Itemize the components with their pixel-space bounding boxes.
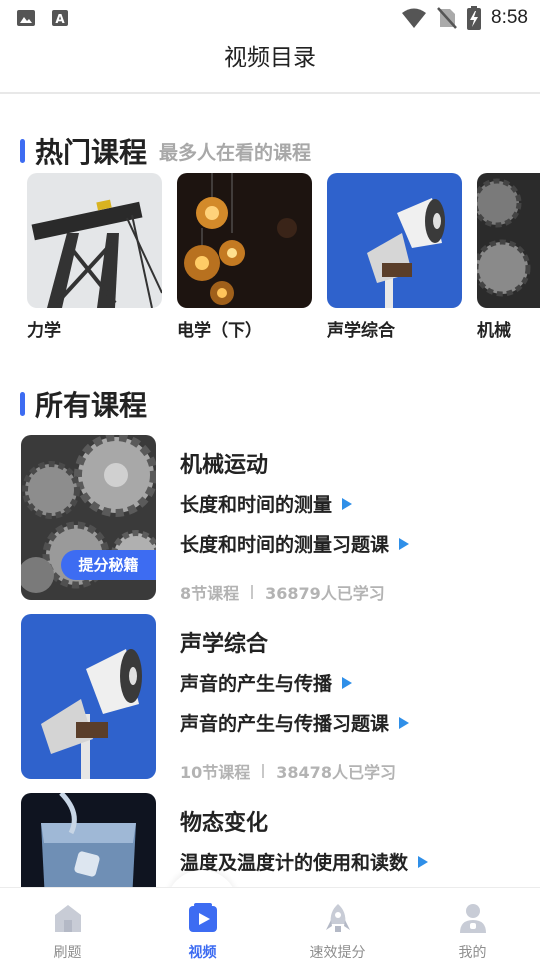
play-triangle-icon xyxy=(399,716,410,729)
play-triangle-icon xyxy=(399,537,410,550)
all-courses-title: 所有课程 xyxy=(35,389,148,422)
lesson-label: 温度及温度计的使用和读数 xyxy=(180,852,409,874)
hot-course-thumbnail xyxy=(27,173,162,308)
hot-course-thumbnail xyxy=(177,173,312,308)
play-triangle-icon xyxy=(342,497,353,510)
home-icon xyxy=(54,905,81,932)
image-notification-icon xyxy=(17,10,35,26)
lesson-link[interactable]: 长度和时间的测量习题课 xyxy=(180,530,410,557)
course-item-mechanical-motion[interactable]: 提分秘籍 机械运动 长度和时间的测量 长度和时间的测量习题课 8节课程 3687… xyxy=(21,435,540,603)
meta-divider xyxy=(251,585,254,599)
meta-divider xyxy=(262,764,265,778)
play-triangle-icon xyxy=(342,676,353,689)
hot-courses-carousel[interactable]: 力学 电学（下） 声学综合 机械 xyxy=(27,173,540,343)
tab-label: 我的 xyxy=(458,945,487,961)
title-bar: 视频目录 xyxy=(0,36,540,94)
rocket-icon xyxy=(325,904,350,932)
hot-course-label: 机械 xyxy=(477,321,511,341)
bottom-tab-bar: 刷题 视频 速效提分 我的 xyxy=(0,887,540,961)
hot-courses-header: 热门课程 最多人在看的课程 xyxy=(20,131,311,171)
tab-practice[interactable]: 刷题 xyxy=(0,888,135,961)
lesson-label: 长度和时间的测量习题课 xyxy=(180,534,390,556)
hot-course-card-machinery[interactable]: 机械 xyxy=(477,173,540,341)
person-icon xyxy=(459,904,486,933)
play-triangle-icon xyxy=(418,855,429,868)
course-meta: 10节课程 38478人已学习 xyxy=(180,759,396,783)
lesson-label: 声音的产生与传播 xyxy=(180,673,333,695)
boost-badge: 提分秘籍 xyxy=(61,550,156,580)
course-title: 机械运动 xyxy=(180,453,269,478)
lesson-count: 8节课程 xyxy=(180,584,240,603)
tab-video[interactable]: 视频 xyxy=(135,888,270,961)
hot-course-label: 电学（下） xyxy=(177,321,262,341)
section-accent-bar xyxy=(20,392,25,416)
course-thumbnail xyxy=(21,614,156,779)
learner-count: 36879人已学习 xyxy=(265,584,385,603)
video-icon xyxy=(188,903,217,932)
lesson-link[interactable]: 声音的产生与传播 xyxy=(180,669,353,696)
no-sim-icon xyxy=(437,7,457,29)
lesson-count: 10节课程 xyxy=(180,763,251,782)
hot-course-card-acoustics[interactable]: 声学综合 xyxy=(327,173,462,341)
lesson-link[interactable]: 温度及温度计的使用和读数 xyxy=(180,848,429,875)
hot-course-thumbnail xyxy=(477,173,540,308)
hot-course-card-electricity[interactable]: 电学（下） xyxy=(177,173,312,341)
course-meta: 8节课程 36879人已学习 xyxy=(180,580,385,604)
lesson-label: 长度和时间的测量 xyxy=(180,494,333,516)
hot-course-label: 声学综合 xyxy=(327,321,395,341)
status-time: 8:58 xyxy=(491,7,528,28)
course-thumbnail xyxy=(21,793,156,887)
course-item-state-change[interactable]: 物态变化 温度及温度计的使用和读数 xyxy=(21,793,540,887)
lesson-label: 声音的产生与传播习题课 xyxy=(180,713,390,735)
lesson-link[interactable]: 声音的产生与传播习题课 xyxy=(180,709,410,736)
battery-icon xyxy=(467,6,482,30)
font-notification-icon: A xyxy=(52,10,68,26)
section-accent-bar xyxy=(20,139,25,163)
status-bar: A 8:58 xyxy=(0,0,540,36)
hot-course-card-mechanics[interactable]: 力学 xyxy=(27,173,162,341)
tab-mine[interactable]: 我的 xyxy=(405,888,540,961)
learner-count: 38478人已学习 xyxy=(276,763,396,782)
course-item-acoustics[interactable]: 声学综合 声音的产生与传播 声音的产生与传播习题课 10节课程 38478人已学… xyxy=(21,614,540,782)
course-title: 声学综合 xyxy=(180,632,269,657)
hot-course-thumbnail xyxy=(327,173,462,308)
tab-label: 视频 xyxy=(188,945,217,961)
svg-text:A: A xyxy=(55,12,65,26)
course-title: 物态变化 xyxy=(180,811,269,836)
tab-quick-boost[interactable]: 速效提分 xyxy=(270,888,405,961)
hot-course-label: 力学 xyxy=(27,321,61,341)
all-courses-header: 所有课程 xyxy=(20,384,147,424)
wifi-icon xyxy=(402,8,427,28)
tab-label: 速效提分 xyxy=(309,945,366,961)
tab-label: 刷题 xyxy=(53,945,82,961)
page-title: 视频目录 xyxy=(224,45,316,71)
hot-courses-subtitle: 最多人在看的课程 xyxy=(159,141,312,164)
lesson-link[interactable]: 长度和时间的测量 xyxy=(180,490,353,517)
hot-courses-title: 热门课程 xyxy=(35,136,148,169)
